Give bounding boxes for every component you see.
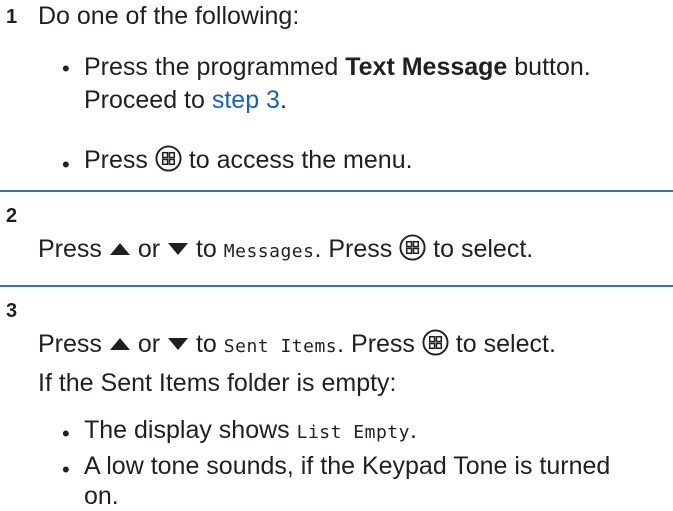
menu-item-name: Sent Items xyxy=(223,336,338,357)
menu-ok-button-icon xyxy=(422,329,449,356)
step-text-part: Press xyxy=(38,235,102,263)
bullet: • xyxy=(62,152,70,177)
condition-text: If the Sent Items folder is empty: xyxy=(38,369,397,397)
step-text-part: . Press xyxy=(314,235,393,263)
step-text-part: . Press xyxy=(337,330,415,358)
step-text-part: to xyxy=(195,235,217,263)
bullet-text: Press to access the menu. xyxy=(84,145,413,175)
menu-ok-button-icon xyxy=(155,145,182,172)
step-number: 2 xyxy=(6,205,18,227)
bold-term: Text Message xyxy=(345,53,508,81)
bullet-text-part: Proceed to xyxy=(84,86,212,114)
bullet: • xyxy=(62,457,70,482)
bullet-text-part: to access the menu. xyxy=(188,146,413,174)
step-text: Press or to Messages. Press to select. xyxy=(38,234,533,267)
step-divider xyxy=(0,285,673,287)
step-text: Press or to Sent Items. Press to select. xyxy=(38,329,556,362)
bullet-text-part: . xyxy=(279,86,287,114)
menu-item-name: Messages xyxy=(223,241,315,262)
step-3-link[interactable]: step 3 xyxy=(212,86,280,114)
display-message: List Empty xyxy=(296,422,410,443)
step-text-part: Press xyxy=(38,330,102,358)
menu-ok-button-icon xyxy=(399,234,426,261)
bullet-text-part: button. xyxy=(507,53,591,81)
bullet: • xyxy=(62,56,70,81)
step-number: 1 xyxy=(6,6,18,28)
bullet: • xyxy=(62,421,70,446)
bullet-text-part: . xyxy=(409,416,417,444)
step-divider xyxy=(0,190,673,192)
step-text-part: or xyxy=(137,235,161,263)
down-arrow-icon xyxy=(168,338,188,350)
up-arrow-icon xyxy=(109,338,130,350)
bullet-text: A low tone sounds, if the Keypad Tone is… xyxy=(84,452,611,480)
bullet-text-part: Press the programmed xyxy=(84,53,346,81)
step-text-part: to select. xyxy=(433,235,534,263)
bullet-text-part: Press xyxy=(84,146,148,174)
bullet-text-continuation: on. xyxy=(84,482,119,510)
up-arrow-icon xyxy=(109,243,130,255)
bullet-text-continuation: Proceed to step 3. xyxy=(84,85,287,115)
bullet-text: Press the programmed Text Message button… xyxy=(84,52,591,82)
down-arrow-icon xyxy=(168,243,188,255)
step-number: 3 xyxy=(6,300,18,322)
bullet-text-part: The display shows xyxy=(84,416,297,444)
bullet-text: The display shows List Empty. xyxy=(84,415,417,448)
step-text-part: to select. xyxy=(455,330,556,358)
step-text-part: or xyxy=(137,330,161,358)
step-text: Do one of the following: xyxy=(38,2,300,30)
step-text-part: to xyxy=(195,330,217,358)
